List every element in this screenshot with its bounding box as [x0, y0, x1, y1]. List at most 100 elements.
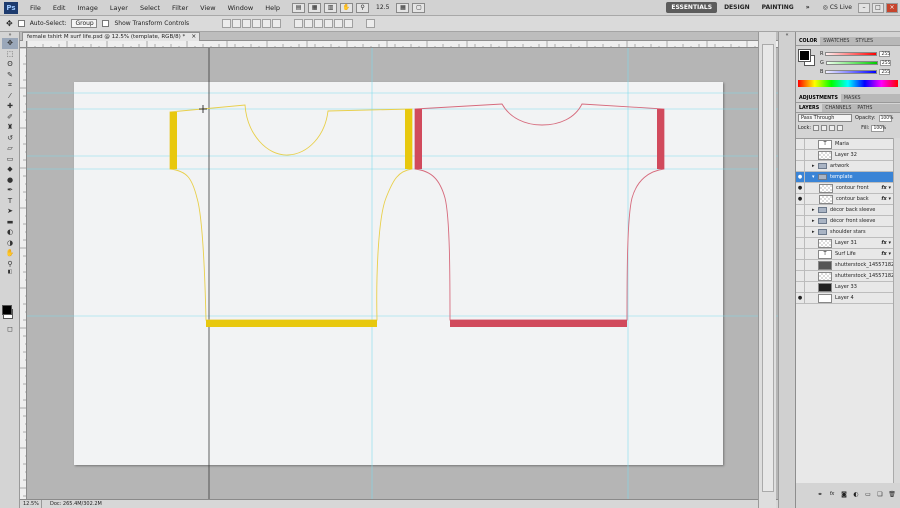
layer-row-layer-4[interactable]: ● Layer 4 — [796, 292, 893, 304]
align-left-icon[interactable] — [252, 19, 262, 28]
tab-paths[interactable]: PATHS — [854, 104, 875, 112]
lock-transparency-icon[interactable] — [813, 125, 820, 131]
lasso-tool-icon[interactable]: ʘ — [2, 59, 18, 70]
gradient-tool-icon[interactable]: ▭ — [2, 154, 18, 165]
dock-collapse-icon[interactable]: « — [779, 32, 795, 38]
align-hcenter-icon[interactable] — [262, 19, 272, 28]
layer-row-shutterstock-1[interactable]: shutterstock_145571821 — [796, 259, 893, 271]
tshirt-back-hem-band[interactable] — [450, 320, 627, 327]
tab-swatches[interactable]: SWATCHES — [820, 37, 852, 45]
slider-blue[interactable]: B 255 — [820, 69, 891, 75]
menu-window[interactable]: Window — [222, 0, 260, 16]
slider-red[interactable]: R 255 — [820, 51, 891, 57]
layer-row-artwork[interactable]: ▸ artwork — [796, 160, 893, 172]
close-document-icon[interactable]: × — [191, 33, 196, 41]
tab-styles[interactable]: STYLES — [852, 37, 876, 45]
layer-row-decor-front-sleeve[interactable]: ▸ décor front sleeve — [796, 215, 893, 227]
document-tab[interactable]: female tshirt M surf life.psd @ 12.5% (t… — [22, 32, 201, 41]
show-transform-checkbox[interactable] — [102, 20, 110, 27]
fx-icon[interactable]: fx ▾ — [881, 240, 893, 246]
layer-row-surf-life[interactable]: T Surf Life fx ▾ — [796, 248, 893, 260]
menu-file[interactable]: File — [24, 0, 47, 16]
workspace-more-button[interactable]: » — [801, 2, 815, 13]
menu-filter[interactable]: Filter — [166, 0, 194, 16]
crop-tool-icon[interactable]: ⌗ — [2, 80, 18, 91]
eye-icon[interactable]: ● — [796, 292, 805, 304]
hand-tool-icon[interactable]: ✋ — [340, 2, 354, 13]
distribute-right-icon[interactable] — [344, 19, 354, 28]
dodge-tool-icon[interactable]: ● — [2, 175, 18, 186]
vertical-scrollbar[interactable] — [758, 32, 776, 508]
distribute-top-icon[interactable] — [294, 19, 304, 28]
auto-select-dropdown[interactable]: Group — [71, 19, 98, 28]
color-spectrum-bar[interactable] — [798, 80, 898, 87]
align-right-icon[interactable] — [272, 19, 282, 28]
tab-color[interactable]: COLOR — [796, 37, 821, 45]
eraser-tool-icon[interactable]: ▱ — [2, 143, 18, 154]
delete-layer-icon[interactable]: 🗑 — [888, 490, 896, 498]
quick-select-tool-icon[interactable]: ✎ — [2, 70, 18, 81]
foreground-color-swatch[interactable] — [2, 305, 12, 315]
type-tool-icon[interactable]: T — [2, 196, 18, 207]
tab-masks[interactable]: MASKS — [841, 94, 864, 102]
layer-row-shoulder-stars[interactable]: ▸ shoulder stars — [796, 226, 893, 238]
arrange-documents-icon[interactable]: ▦ — [396, 2, 410, 13]
distribute-left-icon[interactable] — [324, 19, 334, 28]
default-colors-icon[interactable]: ◧ — [2, 269, 18, 275]
layer-visibility-toggle[interactable] — [796, 281, 805, 293]
layer-row-maria[interactable]: T Maria — [796, 138, 893, 150]
tshirt-front-left-sleeve-band[interactable] — [170, 112, 177, 169]
workspace-essentials[interactable]: ESSENTIALS — [666, 2, 718, 13]
marquee-tool-icon[interactable]: ⬚ — [2, 49, 18, 60]
tshirt-back-right-sleeve-band[interactable] — [657, 109, 664, 169]
add-layer-style-icon[interactable]: fx — [828, 490, 836, 498]
scrollbar-thumb[interactable] — [762, 44, 774, 492]
align-top-icon[interactable] — [222, 19, 232, 28]
bridge-icon[interactable]: ▤ — [292, 2, 306, 13]
slider-blue-value[interactable]: 255 — [879, 69, 891, 75]
layer-visibility-toggle[interactable] — [796, 215, 805, 227]
ruler-origin[interactable] — [20, 41, 27, 48]
slider-red-value[interactable]: 255 — [879, 51, 891, 57]
minimize-icon[interactable]: – — [858, 2, 870, 13]
eye-icon[interactable]: ● — [796, 193, 805, 205]
tshirt-front-hem-band[interactable] — [206, 320, 377, 327]
fx-icon[interactable]: fx ▾ — [881, 185, 893, 191]
menu-select[interactable]: Select — [134, 0, 166, 16]
move-tool-preset-icon[interactable]: ✥ — [6, 19, 13, 28]
layer-visibility-toggle[interactable] — [796, 270, 805, 282]
menu-layer[interactable]: Layer — [104, 0, 134, 16]
3d-orbit-tool-icon[interactable]: ◑ — [2, 238, 18, 249]
healing-brush-tool-icon[interactable]: ✚ — [2, 101, 18, 112]
menu-edit[interactable]: Edit — [47, 0, 72, 16]
fx-icon[interactable]: fx ▾ — [881, 251, 893, 257]
layer-row-template[interactable]: ● ▾ template — [796, 171, 893, 183]
align-vcenter-icon[interactable] — [232, 19, 242, 28]
layer-row-shutterstock-2[interactable]: shutterstock_145571821 — [796, 270, 893, 282]
tshirt-front-right-sleeve-band[interactable] — [405, 109, 412, 169]
distribute-bottom-icon[interactable] — [314, 19, 324, 28]
zoom-level[interactable]: 12.5 — [376, 4, 389, 11]
layer-visibility-toggle[interactable] — [796, 226, 805, 238]
move-tool-icon[interactable]: ✥ — [2, 38, 18, 49]
extras-icon[interactable]: ▥ — [324, 2, 338, 13]
adjustment-layer-icon[interactable]: ◐ — [852, 490, 860, 498]
slider-green-track[interactable] — [825, 61, 878, 65]
tab-layers[interactable]: LAYERS — [796, 104, 823, 112]
layer-row-layer-32[interactable]: Layer 32 — [796, 149, 893, 161]
layer-visibility-toggle[interactable] — [796, 138, 805, 150]
auto-align-icon[interactable] — [366, 19, 376, 28]
opacity-input[interactable]: 100% — [878, 114, 893, 122]
zoom-tool-icon[interactable]: ⚲ — [2, 259, 18, 270]
close-icon[interactable]: × — [886, 2, 898, 13]
add-mask-icon[interactable]: ◙ — [840, 490, 848, 498]
layers-scrollbar[interactable] — [893, 138, 900, 483]
layer-visibility-toggle[interactable] — [796, 149, 805, 161]
pen-tool-icon[interactable]: ✒ — [2, 185, 18, 196]
ruler-horizontal[interactable] — [27, 41, 778, 48]
rectangle-tool-icon[interactable]: ▬ — [2, 217, 18, 228]
fx-icon[interactable]: fx ▾ — [881, 196, 893, 202]
link-layers-icon[interactable]: ⚭ — [816, 490, 824, 498]
layer-visibility-toggle[interactable] — [796, 160, 805, 172]
blend-mode-dropdown[interactable]: Pass Through — [798, 114, 852, 122]
